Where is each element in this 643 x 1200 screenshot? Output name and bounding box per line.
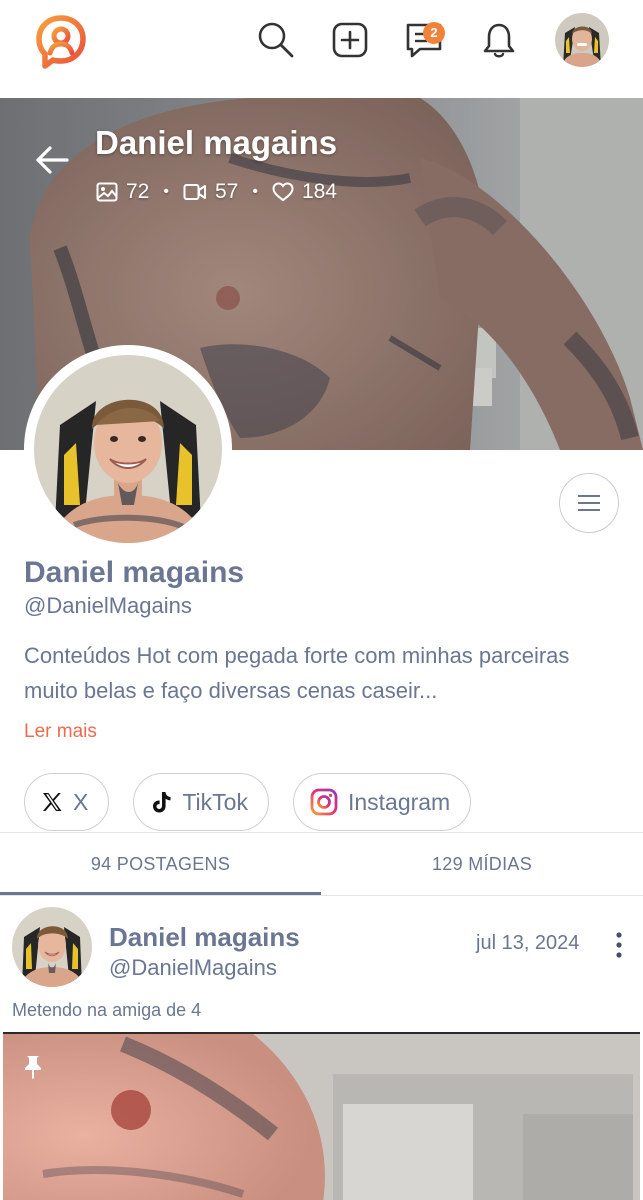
likes-stat: 184 <box>272 180 337 204</box>
social-link-tiktok[interactable]: TikTok <box>133 773 269 831</box>
x-logo-icon <box>43 793 62 811</box>
videos-stat: 57 <box>183 180 238 204</box>
stat-separator: • <box>163 183 169 200</box>
heart-icon <box>272 182 294 202</box>
top-navbar: 2 <box>0 0 643 98</box>
social-link-instagram[interactable]: Instagram <box>292 773 472 831</box>
post-author-name[interactable]: Daniel magains <box>109 922 300 953</box>
videos-count: 57 <box>214 180 239 203</box>
profile-handle: @DanielMagains <box>24 593 192 618</box>
back-arrow-icon[interactable] <box>30 142 74 178</box>
stat-separator: • <box>252 183 258 200</box>
social-label: Instagram <box>347 788 451 815</box>
tab-media[interactable]: 129 MÍDIAS <box>321 833 643 895</box>
search-icon[interactable] <box>254 18 298 62</box>
tiktok-icon <box>153 792 171 813</box>
social-label: TikTok <box>182 788 248 815</box>
notifications-icon[interactable] <box>477 18 521 62</box>
cover-stats: 72 • 57 • 184 <box>96 180 337 204</box>
create-post-icon[interactable] <box>328 18 372 62</box>
profile-bio: Conteúdos Hot com pegada forte com minha… <box>24 643 570 703</box>
image-icon <box>96 182 118 202</box>
profile-name: Daniel magains <box>24 556 245 589</box>
hamburger-menu-icon <box>578 495 600 511</box>
profile-avatar[interactable] <box>24 345 232 553</box>
likes-count: 184 <box>301 180 337 203</box>
post-caption: Metendo na amiga de 4 <box>12 1000 202 1020</box>
social-link-x[interactable]: X <box>24 773 110 831</box>
divider <box>0 895 643 896</box>
post-author-handle[interactable]: @DanielMagains <box>109 955 277 981</box>
user-avatar[interactable] <box>555 13 609 67</box>
cover-title: Daniel magains <box>95 124 338 161</box>
post-author-avatar[interactable] <box>12 907 92 987</box>
messages-badge: 2 <box>423 22 445 44</box>
tab-posts[interactable]: 94 POSTAGENS <box>0 833 321 895</box>
social-label: X <box>73 788 89 815</box>
social-links: X TikTok Instagram <box>24 773 472 831</box>
messages-icon[interactable]: 2 <box>402 18 446 62</box>
photos-stat: 72 <box>96 180 149 204</box>
photos-count: 72 <box>126 180 150 203</box>
pin-icon <box>22 1054 44 1080</box>
brand-logo[interactable] <box>36 15 86 69</box>
more-options-icon[interactable] <box>606 928 632 962</box>
post-media[interactable] <box>3 1032 640 1200</box>
instagram-icon <box>310 788 338 816</box>
video-icon <box>183 184 206 200</box>
post-date: jul 13, 2024 <box>476 932 580 954</box>
read-more-link[interactable]: Ler mais <box>24 721 97 743</box>
profile-menu-button[interactable] <box>559 473 619 533</box>
